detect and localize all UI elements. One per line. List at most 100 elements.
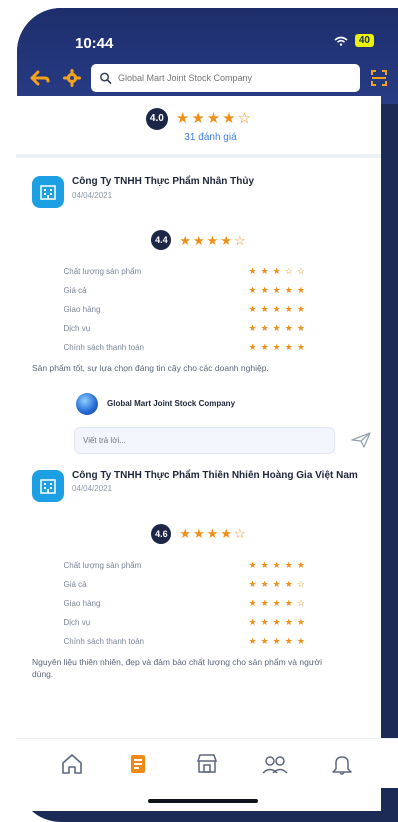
review-card: Công Ty TNHH Thực Phẩm Thiên Nhiên Hoàng…	[16, 454, 381, 681]
star-icon: ★	[272, 635, 281, 646]
criterion-stars: ★ ★ ★ ★ ☆	[249, 579, 334, 590]
star-icon: ★	[272, 578, 281, 589]
star-icon: ★	[272, 559, 281, 570]
criterion-stars: ★ ★ ★ ☆ ☆	[249, 266, 334, 277]
review-content[interactable]: 4.0 ★ ★ ★ ★ ☆ 31 đánh giá Công Ty TNHH T…	[16, 96, 381, 811]
search-bar[interactable]	[91, 64, 360, 92]
star-outline-icon: ☆	[237, 110, 252, 127]
star-icon: ★	[296, 342, 305, 352]
star-icon: ★	[296, 285, 305, 295]
star-icon: ★	[260, 285, 269, 295]
star-icon: ★	[248, 597, 257, 608]
users-icon	[262, 755, 288, 774]
star-outline-icon: ☆	[296, 578, 305, 589]
nav-home[interactable]	[57, 749, 87, 779]
store-icon	[196, 753, 218, 773]
star-icon: ★	[272, 304, 281, 314]
star-outline-icon: ☆	[296, 266, 305, 276]
review-date: 04/04/2021	[72, 190, 113, 200]
criterion-label: Giá cả	[63, 286, 87, 295]
criterion-row: Dịch vụ ★ ★ ★ ★ ★	[64, 319, 334, 338]
criterion-stars: ★ ★ ★ ★ ★	[249, 342, 334, 353]
star-icon: ★	[248, 616, 257, 627]
criteria-list: Chất lượng sản phẩm ★ ★ ★ ☆ ☆ Giá cả ★ ★ ★ ★ ★ Giao …	[64, 262, 334, 357]
star-icon: ★	[284, 285, 293, 295]
star-icon: ★	[260, 304, 269, 314]
status-icons: 40	[334, 34, 374, 47]
star-icon: ★	[272, 266, 281, 276]
criterion-label: Giao hàng	[63, 598, 101, 608]
star-icon: ★	[272, 285, 281, 295]
reviewer-company-name[interactable]: Công Ty TNHH Thực Phẩm Thiên Nhiên Hoàng…	[72, 470, 358, 483]
search-icon	[100, 72, 112, 84]
star-icon: ★	[248, 342, 257, 352]
back-icon	[30, 70, 50, 86]
star-icon: ★	[248, 323, 257, 333]
star-icon: ★	[260, 578, 269, 589]
header: 10:44 40	[17, 8, 398, 104]
criterion-stars: ★ ★ ★ ★ ★	[249, 304, 334, 315]
criterion-row: Chính sách thanh toán ★ ★ ★ ★ ★	[64, 632, 334, 651]
review-score-badge: 4.4	[151, 230, 172, 250]
scan-icon	[371, 70, 387, 86]
criterion-stars: ★ ★ ★ ★ ★	[249, 636, 334, 647]
criterion-row: Giao hàng ★ ★ ★ ★ ★	[64, 300, 334, 319]
star-outline-icon: ☆	[296, 597, 305, 608]
screen: 10:44 40 Global Mart Joint Stock Company…	[0, 0, 398, 822]
star-icon: ★	[175, 110, 190, 127]
star-icon: ★	[296, 635, 305, 646]
review-count: 31 đánh giá	[184, 131, 237, 143]
star-icon: ★	[272, 616, 281, 627]
criterion-label: Chất lượng sản phẩm	[63, 267, 142, 276]
star-icon: ★	[260, 266, 269, 276]
reply-input[interactable]	[83, 435, 326, 445]
summary-score-badge: 4.0	[145, 107, 168, 130]
criterion-row: Chất lượng sản phẩm ★ ★ ★ ☆ ☆	[64, 262, 334, 281]
criterion-stars: ★ ★ ★ ★ ★	[249, 617, 334, 628]
nav-notifications[interactable]	[327, 749, 357, 779]
criterion-label: Chất lượng sản phẩm	[63, 560, 142, 570]
nav-orders[interactable]	[124, 749, 154, 779]
review-stars: ★ ★ ★ ★ ☆	[179, 526, 246, 542]
review-card: Công Ty TNHH Thực Phẩm Nhân Thủy 04/04/2…	[16, 158, 381, 454]
star-icon: ★	[222, 110, 236, 127]
reviewer-company-name[interactable]: Công Ty TNHH Thực Phẩm Nhân Thủy	[72, 176, 254, 189]
star-icon: ★	[248, 559, 257, 570]
scan-button[interactable]	[366, 65, 392, 91]
star-icon: ★	[248, 266, 257, 276]
criterion-stars: ★ ★ ★ ★ ☆	[249, 598, 334, 609]
star-icon: ★	[296, 559, 305, 570]
settings-button[interactable]	[59, 65, 85, 91]
battery-indicator: 40	[354, 34, 374, 47]
star-icon: ★	[260, 635, 269, 646]
reply-row	[74, 426, 381, 454]
company-globe-icon	[76, 392, 98, 415]
star-icon: ★	[260, 616, 269, 627]
home-indicator[interactable]	[148, 799, 258, 803]
company-logo-icon	[32, 469, 64, 502]
review-rating: 4.4 ★ ★ ★ ★ ☆	[16, 230, 381, 250]
search-input[interactable]	[117, 73, 352, 83]
star-icon: ★	[248, 635, 257, 646]
criterion-row: Giao hàng ★ ★ ★ ★ ☆	[64, 594, 334, 613]
criterion-label: Chính sách thanh toán	[63, 636, 145, 646]
summary-stars: ★ ★ ★ ★ ☆	[176, 111, 251, 126]
nav-users[interactable]	[260, 749, 290, 779]
send-icon[interactable]	[351, 432, 371, 449]
criterion-stars: ★ ★ ★ ★ ★	[249, 560, 334, 571]
star-icon: ★	[284, 559, 293, 570]
star-icon: ★	[284, 304, 293, 314]
star-icon: ★	[284, 597, 293, 608]
star-icon: ★	[260, 559, 269, 570]
nav-store[interactable]	[192, 749, 222, 779]
criterion-label: Dịch vụ	[63, 617, 91, 627]
star-icon: ★	[284, 616, 293, 627]
criterion-row: Chính sách thanh toán ★ ★ ★ ★ ★	[64, 338, 334, 357]
notification-icon	[332, 755, 352, 775]
reply-field[interactable]	[74, 426, 335, 454]
star-icon: ★	[272, 342, 281, 352]
star-icon: ★	[272, 597, 281, 608]
star-icon: ★	[272, 323, 281, 333]
back-button[interactable]	[27, 65, 53, 91]
gear-icon	[63, 69, 81, 87]
